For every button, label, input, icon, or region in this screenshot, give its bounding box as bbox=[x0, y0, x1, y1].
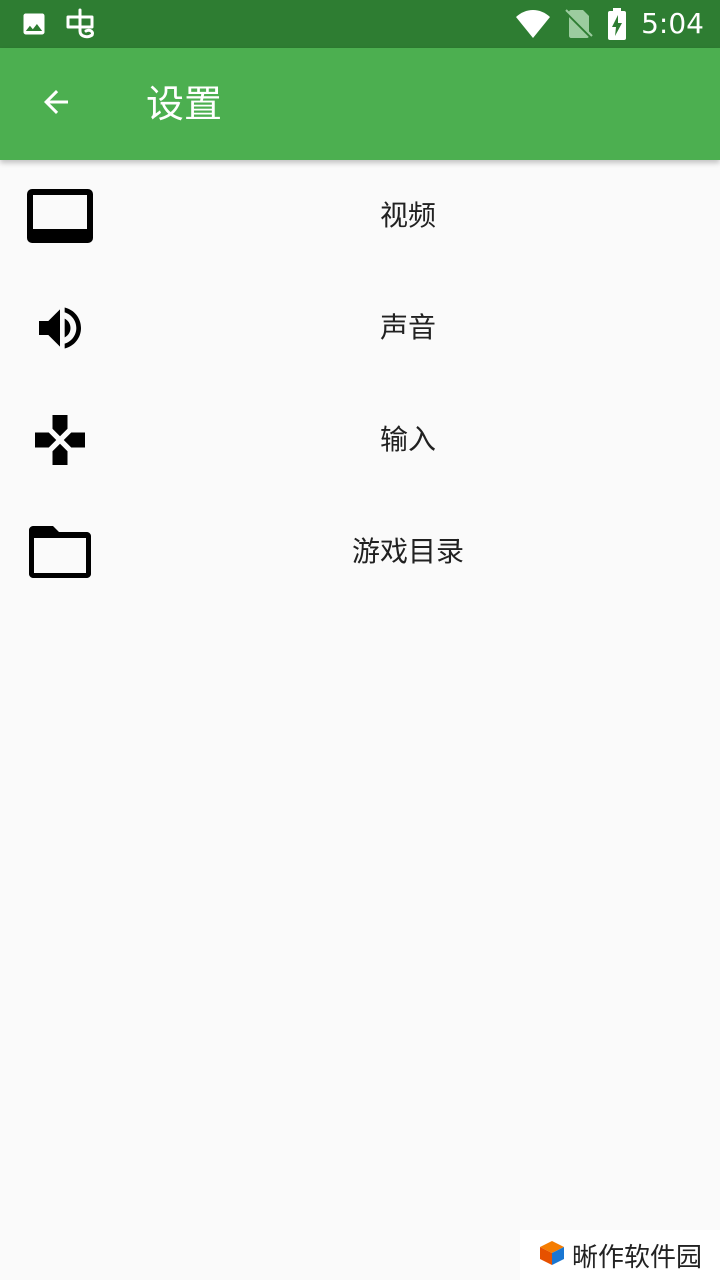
settings-item-label: 声音 bbox=[379, 311, 436, 344]
status-right-icons: 5:04 bbox=[515, 8, 704, 40]
status-left-icons bbox=[20, 8, 98, 40]
no-sim-icon bbox=[565, 9, 594, 39]
chong-app-icon bbox=[64, 7, 98, 41]
app-screen: 5:04 设置 视频 声音 输入 游戏目录 晰作软件园 bbox=[0, 0, 720, 1280]
page-title: 设置 bbox=[146, 82, 223, 126]
watermark-text: 晰作软件园 bbox=[571, 1242, 702, 1273]
status-time: 5:04 bbox=[641, 7, 704, 40]
app-bar: 设置 bbox=[0, 48, 720, 160]
settings-item-input[interactable]: 输入 bbox=[0, 384, 720, 496]
back-button[interactable] bbox=[24, 72, 88, 136]
settings-item-label: 游戏目录 bbox=[351, 535, 464, 568]
arrow-back-icon bbox=[38, 84, 74, 124]
settings-item-sound[interactable]: 声音 bbox=[0, 272, 720, 384]
settings-item-video[interactable]: 视频 bbox=[0, 160, 720, 272]
settings-item-label: 输入 bbox=[379, 423, 436, 456]
settings-list: 视频 声音 输入 游戏目录 bbox=[0, 160, 720, 608]
folder-icon bbox=[24, 520, 96, 584]
settings-item-game-directory[interactable]: 游戏目录 bbox=[0, 496, 720, 608]
image-icon bbox=[20, 10, 48, 38]
wifi-icon bbox=[515, 9, 551, 39]
display-icon bbox=[24, 184, 96, 248]
battery-charging-icon bbox=[607, 8, 627, 40]
volume-up-icon bbox=[24, 296, 96, 360]
settings-item-label: 视频 bbox=[379, 199, 436, 232]
gamepad-icon bbox=[24, 408, 96, 472]
cube-logo-icon bbox=[538, 1239, 566, 1271]
status-bar: 5:04 bbox=[0, 0, 720, 48]
watermark: 晰作软件园 bbox=[520, 1230, 720, 1280]
